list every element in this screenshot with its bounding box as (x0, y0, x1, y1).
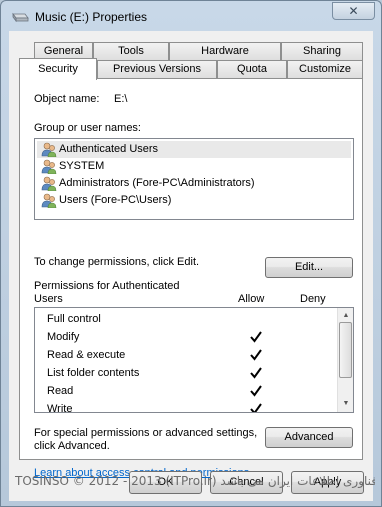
allow-column-header: Allow (238, 293, 265, 305)
permission-name: Write (47, 403, 73, 413)
table-row: List folder contents (47, 364, 347, 382)
users-group-icon (41, 142, 57, 157)
checkmark-icon (250, 367, 262, 379)
table-row: Modify (47, 328, 347, 346)
tab-tools[interactable]: Tools (93, 42, 169, 60)
object-name-value: E:\ (114, 93, 128, 105)
list-item[interactable]: Administrators (Fore-PC\Administrators) (37, 175, 351, 192)
permissions-for-label-cont: Users (34, 293, 63, 305)
checkmark-icon (250, 385, 262, 397)
checkmark-icon (250, 349, 262, 361)
tab-previous-versions[interactable]: Previous Versions (97, 60, 217, 78)
list-item[interactable]: Authenticated Users (37, 141, 351, 158)
table-row: Read & execute (47, 346, 347, 364)
users-group-icon (41, 193, 57, 208)
checkmark-icon (250, 403, 262, 412)
object-name-label: Object name: (34, 93, 100, 105)
groups-list[interactable]: Authenticated Users SYSTEM Administrator… (34, 138, 354, 220)
title-bar[interactable]: Music (E:) Properties ✕ (1, 1, 381, 31)
permission-name: Full control (47, 313, 101, 325)
list-item[interactable]: SYSTEM (37, 158, 351, 175)
group-name: Users (Fore-PC\Users) (59, 194, 172, 206)
tab-hardware[interactable]: Hardware (169, 42, 281, 60)
tab-sharing[interactable]: Sharing (281, 42, 363, 60)
watermark-text: TOSINSO © 2012 - 2013 (ITPro.ir) کلیه حق… (15, 474, 375, 488)
tab-quota[interactable]: Quota (217, 60, 287, 78)
list-item[interactable]: Users (Fore-PC\Users) (37, 192, 351, 209)
security-panel: Object name: E:\ Group or user names: Au… (19, 78, 363, 479)
table-row: Full control (47, 310, 347, 328)
permissions-scrollbar[interactable]: ▲ ▼ (337, 308, 353, 412)
deny-column-header: Deny (300, 293, 326, 305)
advanced-button[interactable]: Advanced (265, 427, 353, 448)
users-group-icon (41, 159, 57, 174)
dialog-client-area: General Tools Hardware Sharing Security … (9, 31, 373, 501)
permission-name: List folder contents (47, 367, 140, 379)
properties-window: Music (E:) Properties ✕ General Tools Ha… (0, 0, 382, 507)
checkmark-icon (250, 331, 262, 343)
scroll-down-arrow-icon[interactable]: ▼ (338, 396, 353, 412)
scroll-thumb[interactable] (339, 322, 352, 378)
permissions-list[interactable]: Full control Modify Read & execute List … (34, 307, 354, 413)
users-group-icon (41, 176, 57, 191)
change-permissions-text: To change permissions, click Edit. (34, 256, 200, 268)
permissions-for-label: Permissions for Authenticated (34, 280, 180, 292)
window-title: Music (E:) Properties (35, 10, 148, 24)
group-name: Authenticated Users (59, 143, 159, 155)
drive-icon (12, 12, 29, 22)
table-row: Write (47, 400, 347, 413)
close-icon: ✕ (348, 4, 359, 18)
tab-customize[interactable]: Customize (287, 60, 363, 78)
special-permissions-text: For special permissions or advanced sett… (34, 427, 258, 439)
group-name: SYSTEM (59, 160, 105, 172)
tab-security[interactable]: Security (19, 58, 97, 80)
group-name: Administrators (Fore-PC\Administrators) (59, 177, 255, 189)
groups-label: Group or user names: (34, 122, 141, 134)
close-button[interactable]: ✕ (332, 2, 375, 20)
special-permissions-text-cont: click Advanced. (34, 440, 110, 452)
permission-name: Read & execute (47, 349, 126, 361)
permission-name: Read (47, 385, 74, 397)
permission-name: Modify (47, 331, 80, 343)
edit-button[interactable]: Edit... (265, 257, 353, 278)
table-row: Read (47, 382, 347, 400)
